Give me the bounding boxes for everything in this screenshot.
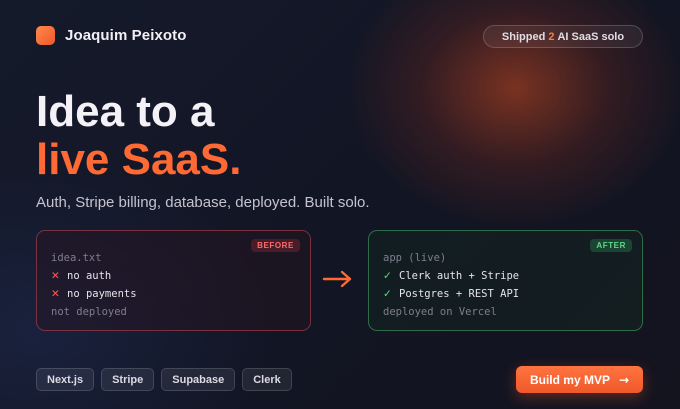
tag-supabase: Supabase [161,368,236,391]
shipped-badge-count: 2 [548,30,555,43]
shipped-badge-prefix: Shipped [501,30,546,43]
hero-headline: Idea to a live SaaS. [36,88,241,184]
after-item-label: Clerk auth + Stripe [399,270,520,282]
after-footer: deployed on Vercel [383,306,497,318]
check-icon: ✓ [383,270,392,282]
after-badge: AFTER [590,239,632,252]
header: Joaquim Peixoto [36,26,187,45]
after-item: ✓ Clerk auth + Stripe [383,267,628,285]
after-card: AFTER app (live) ✓ Clerk auth + Stripe ✓ P… [368,230,643,331]
tag-stripe: Stripe [101,368,155,391]
before-item: ✕ no payments [51,285,296,303]
before-item-label: no payments [67,288,137,300]
arrow-right-icon: → [618,372,630,387]
build-mvp-label: Build my MVP [529,372,610,387]
build-mvp-button[interactable]: Build my MVP → [516,366,643,393]
after-item: ✓ Postgres + REST API [383,285,628,303]
before-footer: not deployed [51,306,127,318]
before-item-label: no auth [67,270,112,282]
headline-line-1: Idea to a [36,87,215,136]
tag-nextjs: Next.js [36,368,95,391]
before-card: BEFORE idea.txt ✕ no auth ✕ no payments no… [36,230,311,331]
tag-clerk: Clerk [242,368,292,391]
after-item-label: Postgres + REST API [399,288,520,300]
headline-line-2: live SaaS. [36,135,242,184]
tech-stack-tags: Next.js Stripe Supabase Clerk [36,368,299,391]
arrow-right-icon [322,270,352,288]
x-icon: ✕ [51,270,60,282]
check-icon: ✓ [383,288,392,300]
shipped-badge: Shipped 2 AI SaaS solo [483,25,643,48]
before-item: ✕ no auth [51,267,296,285]
hero-subhead: Auth, Stripe billing, database, deployed… [36,194,370,211]
after-filename: app (live) [383,252,447,264]
logo-icon [36,26,55,45]
before-badge: BEFORE [251,239,300,252]
shipped-badge-suffix: AI SaaS solo [557,30,625,43]
brand-name: Joaquim Peixoto [65,27,187,44]
x-icon: ✕ [51,288,60,300]
